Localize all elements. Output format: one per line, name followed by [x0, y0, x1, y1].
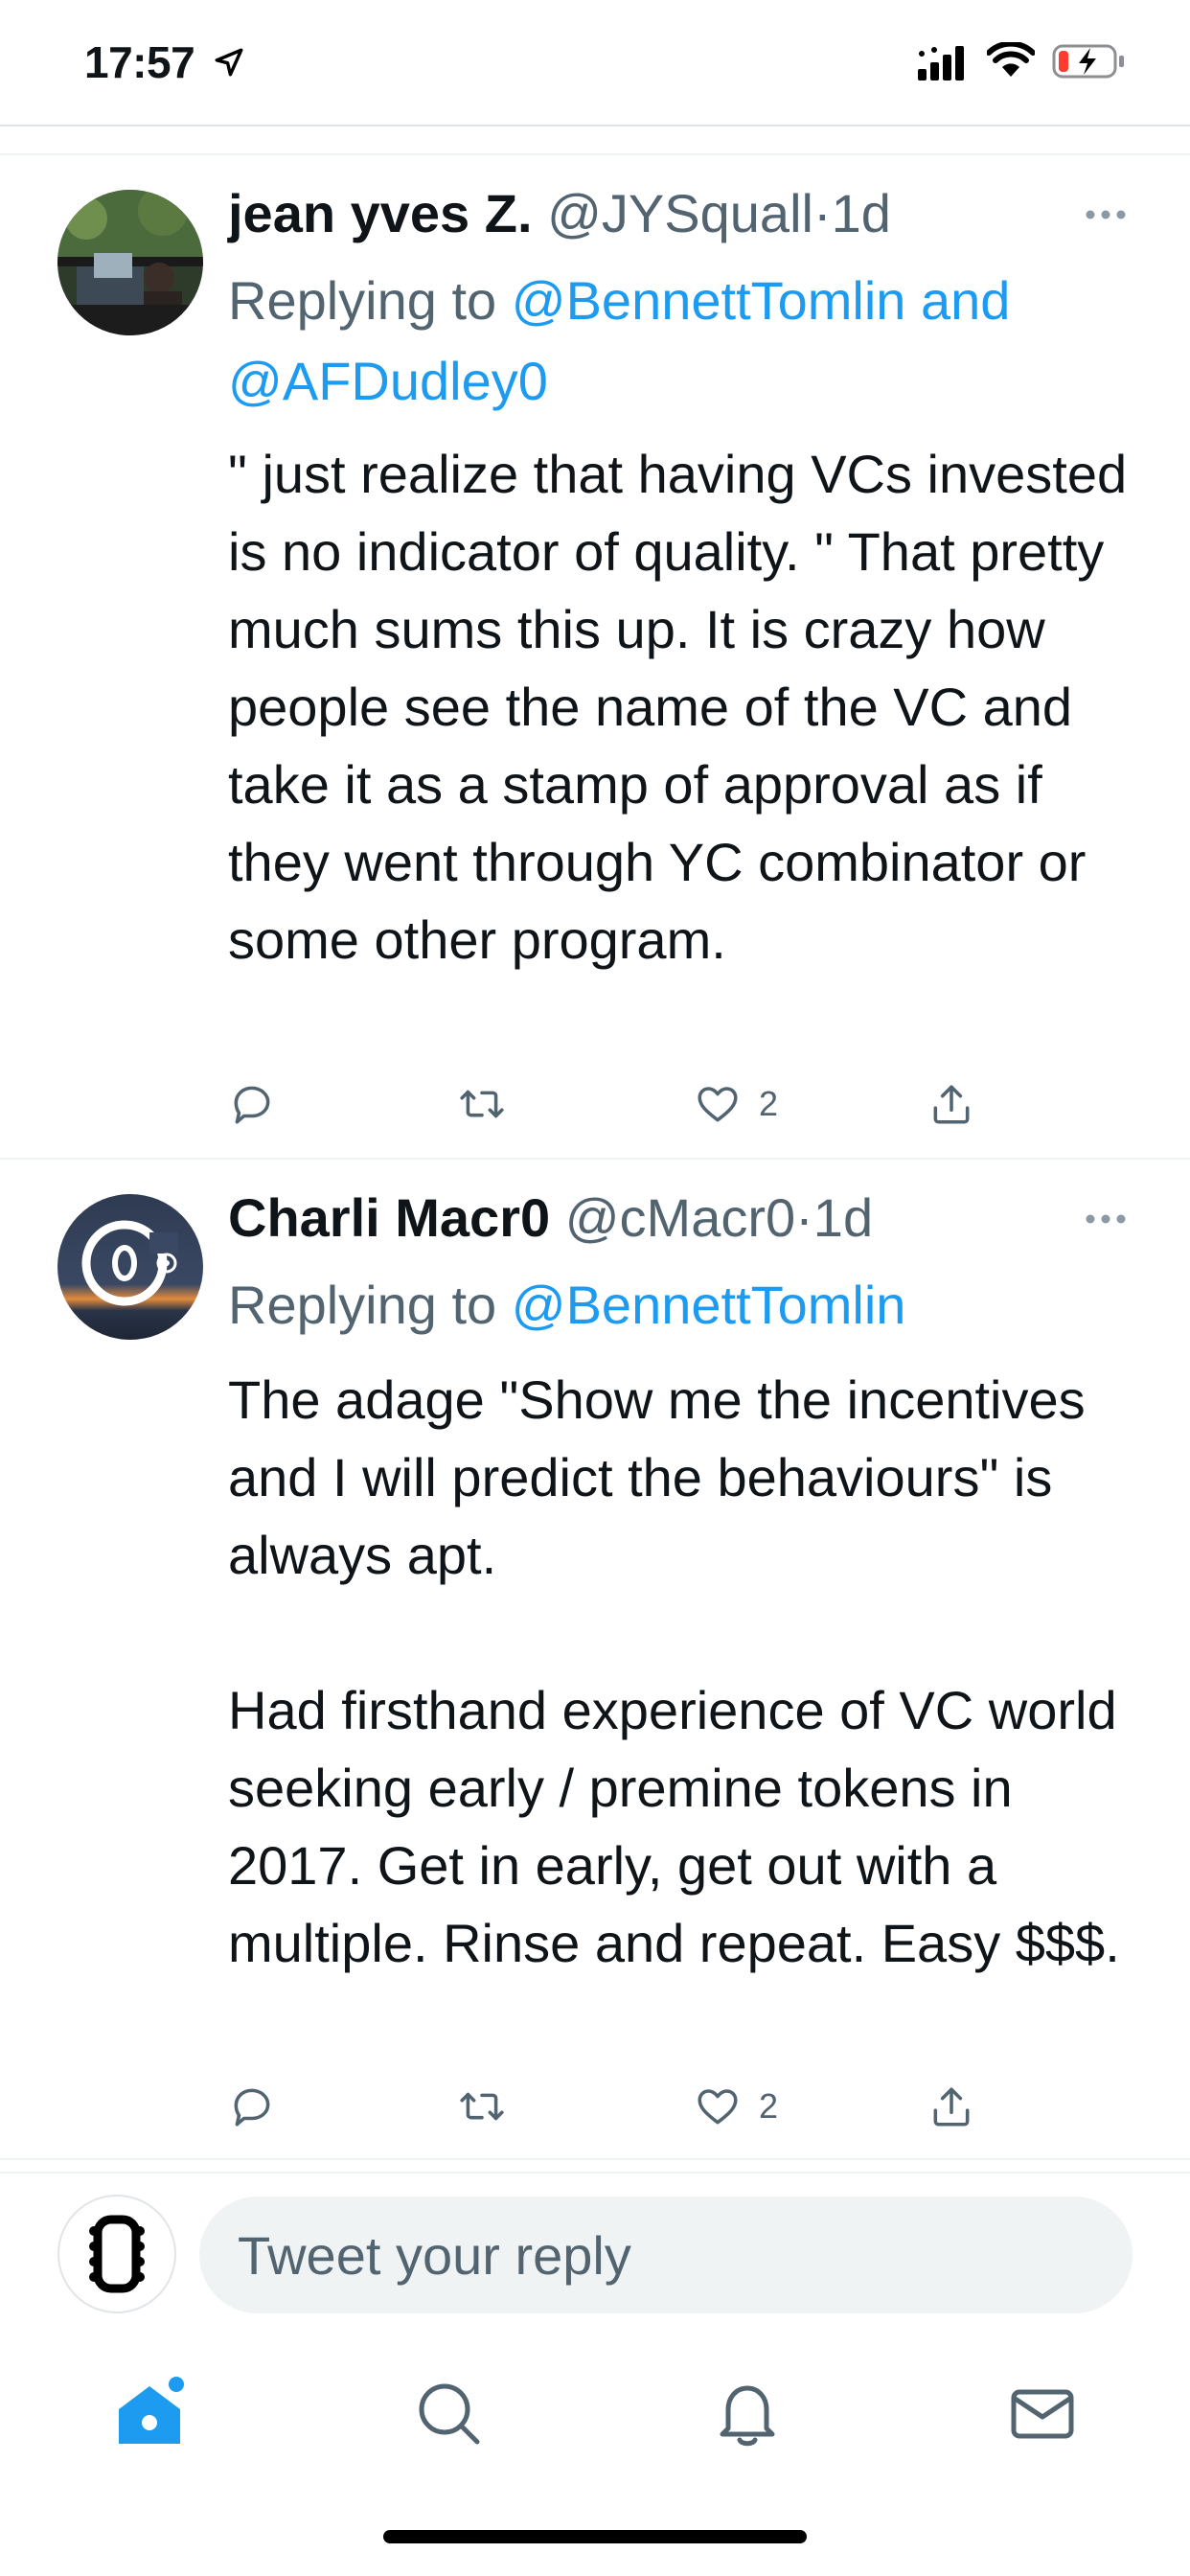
home-icon[interactable] — [111, 2375, 188, 2451]
location-arrow-icon — [215, 48, 243, 77]
share-button[interactable] — [927, 1077, 975, 1131]
replying-to: Replying to @BennettTomlin and @AFDudley… — [228, 261, 1148, 422]
retweet-icon — [460, 2092, 504, 2121]
display-name[interactable]: jean yves Z. — [228, 183, 533, 243]
share-icon — [933, 2087, 970, 2127]
like-button[interactable]: 2 — [694, 2080, 778, 2133]
reply-button[interactable] — [228, 1077, 276, 1131]
like-count: 2 — [759, 2086, 779, 2126]
display-name[interactable]: Charli Macr0 — [228, 1187, 550, 1248]
tweet-time[interactable]: 1d — [832, 183, 891, 243]
reply-icon — [234, 2088, 270, 2127]
heart-icon — [698, 1087, 738, 1122]
status-bar: 17:57 — [0, 0, 1190, 126]
battery-charging-icon — [1052, 44, 1124, 79]
user-handle[interactable]: @cMacr0 — [565, 1187, 795, 1248]
tweet-divider — [0, 2158, 1190, 2160]
tweet-time[interactable]: 1d — [813, 1187, 873, 1248]
tweet-text: The adage "Show me the incentives and I … — [228, 1369, 1120, 1973]
wifi-icon — [987, 42, 1035, 77]
cellular-signal-icon — [918, 46, 964, 80]
separator-dot: · — [795, 1187, 813, 1248]
separator-dot: · — [812, 183, 832, 243]
tweet-header: Charli Macr0 @cMacr0·1d — [228, 1186, 873, 1249]
header-divider — [0, 125, 1190, 126]
photo-avatar-icon[interactable] — [57, 190, 203, 335]
search-icon[interactable] — [410, 2375, 487, 2451]
retweet-button[interactable] — [458, 1077, 506, 1131]
retweet-button[interactable] — [458, 2080, 506, 2133]
replying-to: Replying to @BennettTomlin — [228, 1265, 1148, 1346]
tweet[interactable]: Charli Macr0 @cMacr0·1d Replying to @Ben… — [0, 1160, 1190, 2158]
reply-bar — [0, 2172, 1190, 2333]
more-options-icon[interactable] — [1085, 1213, 1127, 1225]
share-icon — [933, 1085, 970, 1124]
logo-avatar-icon[interactable] — [57, 1194, 203, 1340]
tweet-header: jean yves Z. @JYSquall·1d — [228, 182, 891, 244]
user-handle[interactable]: @JYSquall — [547, 183, 813, 243]
mail-icon[interactable] — [1004, 2375, 1081, 2451]
tweet[interactable]: jean yves Z. @JYSquall·1d Replying to @B… — [0, 155, 1190, 1158]
reply-icon — [234, 1086, 270, 1124]
replying-prefix: Replying to — [228, 270, 512, 331]
tweet-actions: 2 — [228, 2080, 995, 2133]
like-button[interactable]: 2 — [694, 1077, 778, 1131]
home-indicator — [383, 2530, 807, 2543]
like-count: 2 — [759, 1084, 779, 1123]
share-button[interactable] — [927, 2080, 975, 2133]
reply-button[interactable] — [228, 2080, 276, 2133]
chain-link-avatar-icon — [89, 2215, 145, 2293]
heart-icon — [698, 2089, 738, 2125]
tweet-actions: 2 — [228, 1077, 995, 1131]
more-options-icon[interactable] — [1085, 209, 1127, 220]
status-time: 17:57 — [84, 37, 195, 87]
reply-input[interactable] — [199, 2196, 1133, 2313]
bell-icon[interactable] — [709, 2375, 786, 2451]
retweet-icon — [460, 1090, 504, 1118]
replying-prefix: Replying to — [228, 1275, 512, 1335]
replying-mentions[interactable]: @BennettTomlin — [512, 1275, 906, 1335]
my-avatar[interactable] — [57, 2195, 176, 2313]
tweet-text: " just realize that having VCs invested … — [228, 444, 1128, 970]
